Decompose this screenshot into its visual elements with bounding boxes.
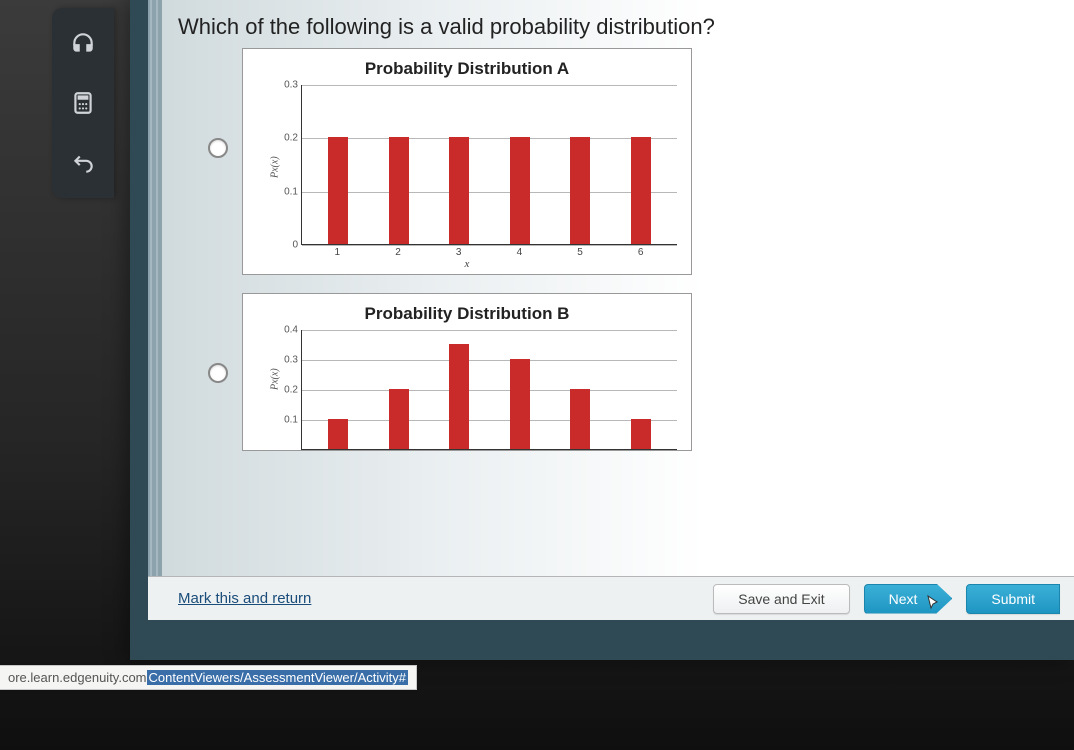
bar <box>570 389 590 449</box>
bar <box>328 419 348 449</box>
bar <box>570 137 590 244</box>
bar <box>449 137 469 244</box>
bar <box>510 137 530 244</box>
chart-a-card: Probability Distribution A Px(x) 00.10.2… <box>242 48 692 275</box>
chart-b-plot-area: 0.10.20.30.4 <box>301 330 677 450</box>
chart-b-title: Probability Distribution B <box>249 304 685 324</box>
bar <box>389 137 409 244</box>
bar-column <box>369 137 430 244</box>
bar <box>631 137 651 244</box>
bar-column <box>369 389 430 449</box>
bar-column <box>429 344 490 449</box>
gridline <box>302 245 677 246</box>
option-a-row: Probability Distribution A Px(x) 00.10.2… <box>208 48 1044 275</box>
bar-column <box>490 359 551 449</box>
x-tick-label: 2 <box>368 247 429 258</box>
bar-column <box>490 137 551 244</box>
y-tick-label: 0.2 <box>264 385 298 396</box>
chart-a-plot: Px(x) 00.10.20.3 123456 x <box>257 85 677 270</box>
chart-a-ylabel: Px(x) <box>270 156 281 178</box>
bar <box>389 389 409 449</box>
bar-column <box>429 137 490 244</box>
footer-bar: Mark this and return Save and Exit Next … <box>148 576 1074 620</box>
assessment-window: Which of the following is a valid probab… <box>130 0 1074 660</box>
tool-rail <box>52 8 114 198</box>
bar-column <box>550 389 611 449</box>
next-button-label: Next <box>889 591 918 607</box>
bars-container <box>302 330 677 449</box>
x-tick-label: 6 <box>610 247 671 258</box>
answer-area: Probability Distribution A Px(x) 00.10.2… <box>148 48 1074 576</box>
return-up-icon[interactable] <box>66 146 100 180</box>
chart-a-title: Probability Distribution A <box>249 59 685 79</box>
save-exit-button[interactable]: Save and Exit <box>713 584 849 614</box>
chart-a-xlabel: x <box>257 258 677 270</box>
y-tick-label: 0.3 <box>264 355 298 366</box>
url-path: ContentViewers/AssessmentViewer/Activity… <box>147 670 408 685</box>
next-button[interactable]: Next <box>864 584 953 614</box>
y-tick-label: 0.1 <box>264 415 298 426</box>
status-url: ore.learn.edgenuity.comContentViewers/As… <box>0 665 417 690</box>
option-b-row: Probability Distribution B Px(x) 0.10.20… <box>208 293 1044 451</box>
page: Which of the following is a valid probab… <box>148 0 1074 620</box>
bar-column <box>308 419 369 449</box>
bars-container <box>302 85 677 244</box>
mark-and-return-link[interactable]: Mark this and return <box>178 590 311 607</box>
bar-column <box>550 137 611 244</box>
option-b-radio[interactable] <box>208 363 228 383</box>
y-tick-label: 0.3 <box>264 80 298 91</box>
x-tick-label: 1 <box>307 247 368 258</box>
bar <box>449 344 469 449</box>
y-tick-label: 0.4 <box>264 325 298 336</box>
bar <box>328 137 348 244</box>
bar-column <box>611 419 672 449</box>
bar-column <box>611 137 672 244</box>
y-tick-label: 0.2 <box>264 133 298 144</box>
chart-b-plot: Px(x) 0.10.20.30.4 <box>257 330 677 450</box>
x-tick-label: 5 <box>550 247 611 258</box>
y-tick-label: 0.1 <box>264 186 298 197</box>
cursor-icon <box>925 595 941 611</box>
bar-column <box>308 137 369 244</box>
y-tick-label: 0 <box>264 240 298 251</box>
calculator-icon[interactable] <box>66 86 100 120</box>
chart-a-plot-area: 00.10.20.3 <box>301 85 677 245</box>
submit-button[interactable]: Submit <box>966 584 1060 614</box>
url-host: ore.learn.edgenuity.com <box>8 670 147 685</box>
bar <box>631 419 651 449</box>
question-text: Which of the following is a valid probab… <box>148 0 1074 48</box>
chart-b-card: Probability Distribution B Px(x) 0.10.20… <box>242 293 692 451</box>
option-a-radio[interactable] <box>208 138 228 158</box>
headphones-icon[interactable] <box>66 26 100 60</box>
x-tick-label: 4 <box>489 247 550 258</box>
chart-a-x-ticks: 123456 <box>301 245 677 258</box>
x-tick-label: 3 <box>428 247 489 258</box>
bar <box>510 359 530 449</box>
